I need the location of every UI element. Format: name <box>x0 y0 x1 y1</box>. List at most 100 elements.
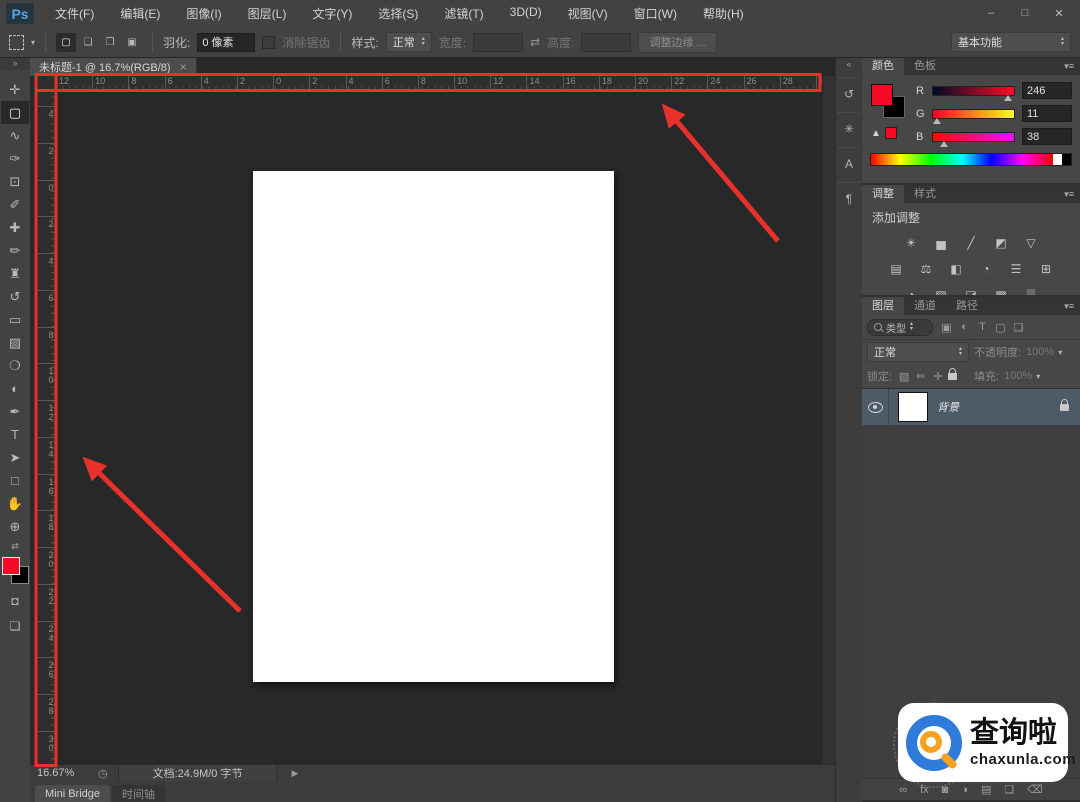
threshold-icon[interactable]: ◪ <box>961 286 981 295</box>
panel-menu-icon[interactable]: ▾≡ <box>1064 189 1080 200</box>
fill-value[interactable]: 100% ▾ <box>1004 370 1040 382</box>
lasso-tool[interactable]: ∿ <box>1 124 29 147</box>
filter-smart-objects-icon[interactable]: ❏ <box>1010 321 1027 334</box>
filter-shape-layers-icon[interactable]: ▢ <box>992 321 1009 334</box>
filter-pixel-layers-icon[interactable]: ▣ <box>938 321 955 334</box>
tab-styles[interactable]: 样式 <box>904 185 946 203</box>
visibility-toggle[interactable] <box>862 389 889 425</box>
hue-saturation-icon[interactable]: ▤ <box>886 260 906 278</box>
color-lookup-icon[interactable]: ⊞ <box>1036 260 1056 278</box>
channel-slider-track[interactable] <box>932 85 1015 101</box>
lock-position-icon[interactable]: ✛ <box>931 370 945 383</box>
channel-slider-thumb[interactable] <box>940 140 949 147</box>
delete-layer-icon[interactable]: ⌫ <box>1027 783 1043 796</box>
swap-colors-icon[interactable]: ⇄ <box>11 541 19 554</box>
horizontal-ruler[interactable]: 1210864202468101214161820222426283032 <box>56 76 822 91</box>
document-tab[interactable]: 未标题-1 @ 16.7%(RGB/8) × <box>30 57 197 76</box>
quick-selection-tool[interactable]: ✑ <box>1 147 29 170</box>
history-panel-icon[interactable]: ↺ <box>838 77 860 106</box>
tab-channels[interactable]: 通道 <box>904 297 946 315</box>
panel-menu-icon[interactable]: ▾≡ <box>1064 61 1080 72</box>
properties-panel-icon[interactable]: ✳ <box>838 112 860 141</box>
selective-color-icon[interactable]: ▩ <box>991 286 1011 295</box>
layer-filter-type-select[interactable]: 类型 ▴ ▾ <box>867 318 933 336</box>
tab-color[interactable]: 颜色 <box>862 57 904 75</box>
subtract-from-selection-mode-button[interactable]: ❐ <box>100 33 120 52</box>
layer-name[interactable]: 背景 <box>937 399 1060 415</box>
zoom-tool[interactable]: ⊕ <box>1 515 29 538</box>
menu-item[interactable]: 窗口(W) <box>621 5 690 22</box>
hand-tool[interactable]: ✋ <box>1 492 29 515</box>
collapse-tools-icon[interactable]: » <box>0 57 30 70</box>
new-selection-mode-button[interactable]: ▢ <box>56 32 77 52</box>
blur-tool[interactable]: ❍ <box>1 354 29 377</box>
tab-timeline[interactable]: 时间轴 <box>112 785 166 802</box>
menu-item[interactable]: 选择(S) <box>365 5 431 22</box>
lock-pixels-icon[interactable]: ✏ <box>914 370 928 383</box>
filter-adjustment-layers-icon[interactable]: ◐ <box>956 321 973 334</box>
tool-preset-icon[interactable] <box>9 34 24 50</box>
rectangular-marquee-tool[interactable]: ▢ <box>1 101 29 124</box>
menu-item[interactable]: 3D(D) <box>497 5 555 22</box>
exposure-icon[interactable]: ◩ <box>991 234 1011 252</box>
levels-icon[interactable]: ▅ <box>931 234 951 252</box>
style-select[interactable]: 正常 ▴ ▾ <box>385 32 432 52</box>
panel-menu-icon[interactable]: ▾≡ <box>1064 301 1080 312</box>
channel-slider-thumb[interactable] <box>1004 94 1013 101</box>
invert-icon[interactable]: ◑ <box>901 286 921 295</box>
feather-input[interactable]: 0 像素 <box>197 32 256 52</box>
new-group-icon[interactable]: ▤ <box>981 783 991 796</box>
tab-layers[interactable]: 图层 <box>862 297 904 315</box>
channel-value-input[interactable]: 246 <box>1022 82 1072 99</box>
channel-value-input[interactable]: 11 <box>1022 105 1072 122</box>
blend-mode-select[interactable]: 正常 ▴ ▾ <box>867 342 969 362</box>
lock-all-icon[interactable] <box>948 367 958 380</box>
ruler-origin-corner[interactable] <box>36 76 57 91</box>
type-tool[interactable]: T <box>1 423 29 446</box>
brightness-contrast-icon[interactable]: ☀ <box>901 234 921 252</box>
gamut-warning-swatch[interactable] <box>884 127 897 139</box>
history-brush-tool[interactable]: ↺ <box>1 285 29 308</box>
intersect-selection-mode-button[interactable]: ▣ <box>122 33 142 52</box>
channel-value-input[interactable]: 38 <box>1022 128 1072 145</box>
zoom-level-field[interactable]: 16.67% <box>30 767 96 779</box>
swap-width-height-icon[interactable]: ⇄ <box>530 35 540 49</box>
document-canvas[interactable] <box>253 171 614 682</box>
black-white-icon[interactable]: ◧ <box>946 260 966 278</box>
color-spectrum-ramp[interactable] <box>870 153 1072 166</box>
menu-item[interactable]: 滤镜(T) <box>431 5 496 22</box>
menu-item[interactable]: 图像(I) <box>173 5 234 22</box>
minimize-button[interactable]: – <box>974 7 1008 20</box>
dodge-tool[interactable]: ◐ <box>1 377 29 400</box>
vertical-ruler[interactable]: 420246810121416182022242628303234 <box>36 90 56 765</box>
channel-slider-thumb[interactable] <box>933 117 942 124</box>
vertical-scrollbar[interactable] <box>822 76 836 765</box>
expand-panels-icon[interactable]: « <box>836 57 862 71</box>
vibrance-icon[interactable]: ▽ <box>1021 234 1041 252</box>
brush-tool[interactable]: ✏ <box>1 239 29 262</box>
foreground-color-swatch[interactable] <box>2 557 20 575</box>
antialias-checkbox[interactable] <box>262 35 276 49</box>
rectangle-tool[interactable]: □ <box>1 469 29 492</box>
status-expand-icon[interactable]: ▶ <box>291 768 298 779</box>
workspace-select[interactable]: 基本功能 ▴ ▾ <box>951 32 1071 52</box>
channel-slider-track[interactable] <box>932 131 1015 147</box>
photo-filter-icon[interactable]: ◔ <box>976 260 996 278</box>
close-document-icon[interactable]: × <box>180 60 187 74</box>
canvas-area[interactable]: 1210864202468101214161820222426283032 42… <box>30 76 836 765</box>
gradient-tool[interactable]: ▨ <box>1 331 29 354</box>
channel-slider-track[interactable] <box>932 108 1015 124</box>
add-to-selection-mode-button[interactable]: ❏ <box>78 33 98 52</box>
new-adjustment-layer-icon[interactable]: ◑ <box>961 784 968 796</box>
clone-stamp-tool[interactable]: ♜ <box>1 262 29 285</box>
character-panel-icon[interactable]: A <box>838 147 860 176</box>
spectrum-black-swatch[interactable] <box>1062 154 1071 165</box>
menu-item[interactable]: 帮助(H) <box>690 5 757 22</box>
gamut-warning-icon[interactable]: ▲ <box>871 128 881 139</box>
foreground-color-swatch[interactable] <box>871 84 893 106</box>
lock-transparency-icon[interactable]: ▨ <box>897 370 911 383</box>
menu-item[interactable]: 文件(F) <box>42 5 107 22</box>
eraser-tool[interactable]: ▭ <box>1 308 29 331</box>
gradient-map-icon[interactable]: ▒ <box>1021 286 1041 295</box>
maximize-button[interactable]: □ <box>1008 7 1042 20</box>
